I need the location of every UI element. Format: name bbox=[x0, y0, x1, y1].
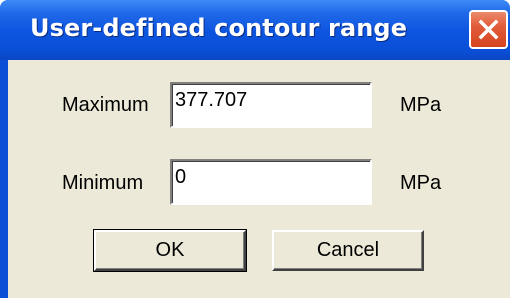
minimum-label: Minimum bbox=[62, 172, 144, 194]
window-title: User-defined contour range bbox=[30, 14, 408, 42]
ok-button[interactable]: OK bbox=[93, 229, 247, 272]
cancel-button[interactable]: Cancel bbox=[272, 230, 424, 271]
maximum-field[interactable] bbox=[170, 82, 372, 128]
maximum-unit-label: MPa bbox=[400, 94, 442, 116]
dialog-content: Maximum MPa Minimum MPa OK Cancel bbox=[8, 60, 510, 298]
minimum-input[interactable] bbox=[175, 163, 365, 191]
close-icon bbox=[478, 19, 499, 40]
minimum-field[interactable] bbox=[170, 159, 372, 205]
maximum-label: Maximum bbox=[62, 94, 149, 116]
title-bar[interactable]: User-defined contour range bbox=[0, 0, 510, 60]
close-button[interactable] bbox=[469, 10, 508, 49]
maximum-input[interactable] bbox=[175, 86, 365, 114]
minimum-unit-label: MPa bbox=[400, 172, 442, 194]
dialog-window: User-defined contour range Maximum MPa M… bbox=[0, 0, 510, 298]
